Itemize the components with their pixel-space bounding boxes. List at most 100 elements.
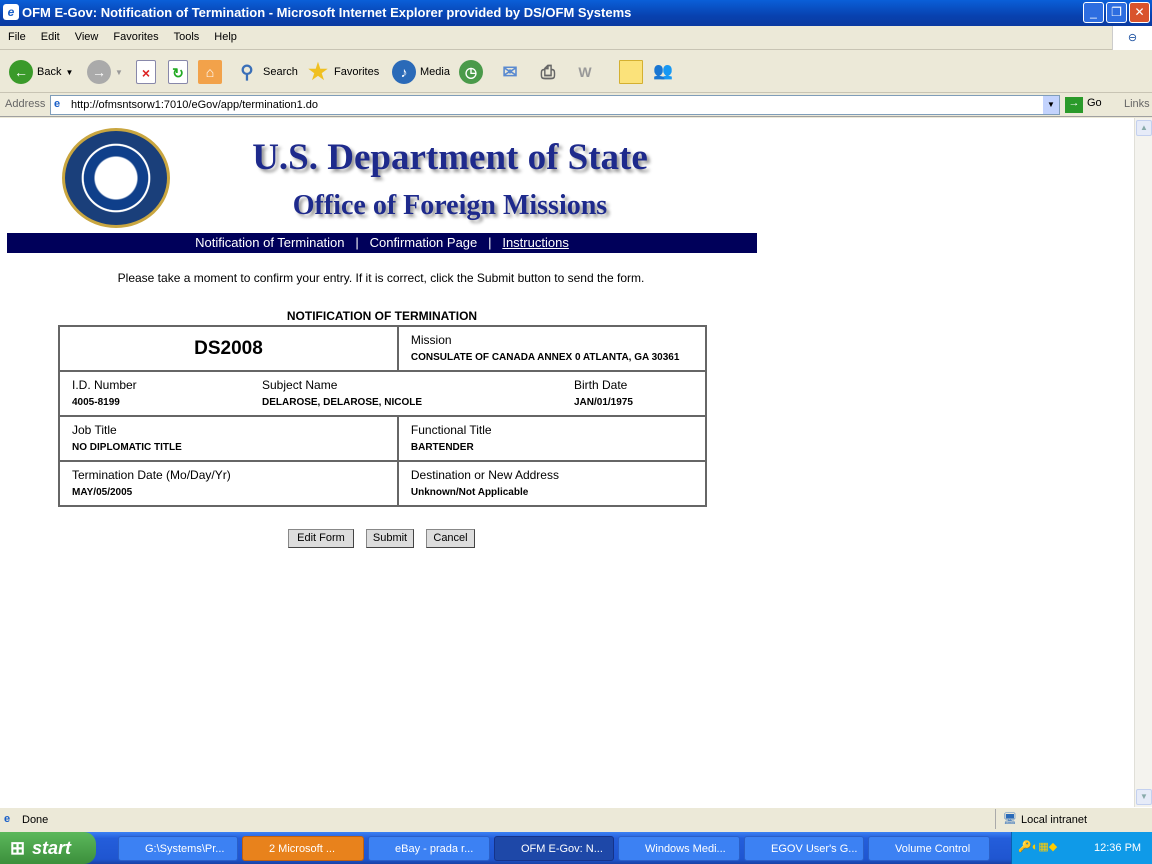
stop-button[interactable]: ×	[136, 59, 156, 85]
mail-button[interactable]: ✉	[498, 59, 522, 85]
home-button[interactable]: ⌂	[198, 59, 222, 85]
address-dropdown-icon[interactable]: ▼	[1043, 96, 1059, 114]
toolbar: ← Back ▼ → ▼ × ↻ ⌂ ⚲ Search ★ Favorites ♪ Medi…	[0, 51, 1152, 93]
messenger-button[interactable]: 👥	[651, 59, 675, 85]
page-done-icon: e	[4, 813, 11, 825]
job-title-value: NO DIPLOMATIC TITLE	[72, 442, 182, 453]
id-label: I.D. Number	[72, 378, 137, 392]
minimize-button[interactable]: _	[1083, 2, 1104, 23]
refresh-icon: ↻	[168, 60, 188, 84]
menu-view[interactable]: View	[67, 26, 106, 43]
windows-logo-icon: ⊖	[1112, 26, 1152, 50]
star-icon: ★	[308, 59, 328, 84]
edit-button[interactable]: W	[573, 59, 597, 85]
intro-text: Please take a moment to confirm your ent…	[117, 271, 645, 285]
address-bar: Address e http://ofmsntsorw1:7010/eGov/ap…	[0, 93, 1152, 117]
intranet-icon: 🖥	[1003, 813, 1017, 825]
nav-bar: Notification of Termination | Confirmati…	[7, 233, 757, 253]
favorites-button[interactable]: ★ Favorites	[306, 59, 379, 85]
links-button[interactable]: Links	[1124, 98, 1150, 110]
task-ebay[interactable]: eBay - prada r...	[368, 836, 490, 861]
go-arrow-icon: →	[1065, 97, 1083, 113]
destination-label: Destination or New Address	[410, 468, 559, 482]
task-windows-media[interactable]: Windows Medi...	[618, 836, 740, 861]
page-icon: e	[54, 98, 61, 110]
menu-favorites[interactable]: Favorites	[105, 26, 165, 43]
window-title: OFM E-Gov: Notification of Termination -…	[22, 5, 632, 20]
nav-separator: |	[488, 235, 492, 250]
form-title: NOTIFICATION OF TERMINATION	[286, 309, 478, 323]
close-button[interactable]: ✕	[1129, 2, 1150, 23]
subject-name-value: DELAROSE, DELAROSE, NICOLE	[262, 397, 423, 408]
word-icon: W	[578, 64, 592, 80]
scroll-up-icon[interactable]: ▲	[1136, 120, 1152, 136]
birth-date-value: JAN/01/1975	[574, 397, 633, 408]
mission-label: Mission	[410, 333, 452, 347]
messenger-icon: 👥	[653, 63, 673, 80]
back-button[interactable]: ← Back ▼	[9, 59, 73, 85]
submit-button[interactable]: Submit	[366, 529, 414, 548]
home-icon: ⌂	[198, 60, 222, 84]
menu-bar: File Edit View Favorites Tools Help ⊖	[0, 26, 1152, 50]
functional-title-value: BARTENDER	[410, 442, 474, 453]
termination-date-label: Termination Date (Mo/Day/Yr)	[72, 468, 231, 482]
task-egov-guide[interactable]: EGOV User's G...	[744, 836, 864, 861]
restore-button[interactable]: ❐	[1106, 2, 1127, 23]
destination-value: Unknown/Not Applicable	[410, 487, 529, 498]
forward-button[interactable]: → ▼	[87, 59, 123, 85]
mission-value: CONSULATE OF CANADA ANNEX 0 ATLANTA, GA …	[410, 352, 680, 363]
search-icon: ⚲	[240, 62, 254, 82]
tray-icons[interactable]: 🔑◐▦◆	[1018, 840, 1057, 853]
job-title-label: Job Title	[72, 423, 117, 437]
termination-date-value: MAY/05/2005	[72, 487, 133, 498]
note-icon	[619, 60, 643, 84]
ie-icon: e	[3, 4, 19, 20]
nav-notification: Notification of Termination	[195, 235, 345, 250]
functional-title-label: Functional Title	[410, 423, 492, 437]
window-titlebar: e OFM E-Gov: Notification of Termination…	[0, 0, 1152, 26]
page-content: U.S. Department of State Office of Forei…	[0, 118, 1134, 807]
cancel-button[interactable]: Cancel	[426, 529, 475, 548]
status-bar: e Done 🖥 Local intranet	[0, 807, 1152, 831]
id-value: 4005-8199	[72, 397, 120, 408]
status-text: Done	[22, 814, 49, 826]
task-microsoft-group[interactable]: 2 Microsoft ...	[242, 836, 364, 861]
address-input[interactable]: e http://ofmsntsorw1:7010/eGov/app/termin…	[50, 95, 1060, 115]
nav-confirmation: Confirmation Page	[369, 235, 478, 250]
mail-icon: ✉	[502, 62, 518, 82]
vertical-scrollbar[interactable]: ▲ ▼	[1134, 118, 1152, 807]
taskbar: ⊞ start G:\Systems\Pr... 2 Microsoft ... …	[0, 832, 1152, 864]
menu-help[interactable]: Help	[206, 26, 244, 43]
birth-date-label: Birth Date	[574, 378, 628, 392]
search-button[interactable]: ⚲ Search	[235, 59, 297, 85]
media-button[interactable]: ♪ Media	[392, 59, 450, 85]
menu-edit[interactable]: Edit	[33, 26, 67, 43]
zone-text: Local intranet	[1021, 814, 1088, 826]
print-button[interactable]: ⎙	[536, 59, 560, 85]
address-label: Address	[5, 98, 46, 110]
clock: 12:36 PM	[1094, 842, 1142, 854]
task-explorer[interactable]: G:\Systems\Pr...	[118, 836, 238, 861]
windows-flag-icon: ⊞	[10, 838, 26, 858]
go-button[interactable]: → Go	[1065, 97, 1102, 113]
stop-icon: ×	[136, 60, 156, 84]
nav-separator: |	[355, 235, 359, 250]
refresh-button[interactable]: ↻	[168, 59, 188, 85]
scroll-down-icon[interactable]: ▼	[1136, 789, 1152, 805]
printer-icon: ⎙	[540, 62, 556, 82]
page-subtitle: Office of Foreign Missions	[292, 190, 608, 221]
termination-form-table: DS2008 Mission CONSULATE OF CANADA ANNEX …	[58, 325, 708, 507]
discuss-button[interactable]	[619, 59, 643, 85]
start-button[interactable]: ⊞ start	[0, 832, 96, 864]
page-title: U.S. Department of State	[252, 137, 648, 178]
edit-form-button[interactable]: Edit Form	[288, 529, 354, 548]
menu-file[interactable]: File	[0, 26, 33, 43]
menu-tools[interactable]: Tools	[166, 26, 207, 43]
back-arrow-icon: ←	[9, 60, 33, 84]
task-volume-control[interactable]: Volume Control	[868, 836, 990, 861]
forward-arrow-icon: →	[87, 60, 111, 84]
task-ofm-egov[interactable]: OFM E-Gov: N...	[494, 836, 614, 861]
dropdown-icon: ▼	[65, 67, 74, 77]
nav-instructions-link[interactable]: Instructions	[502, 235, 568, 250]
history-button[interactable]: ◷	[459, 59, 483, 85]
